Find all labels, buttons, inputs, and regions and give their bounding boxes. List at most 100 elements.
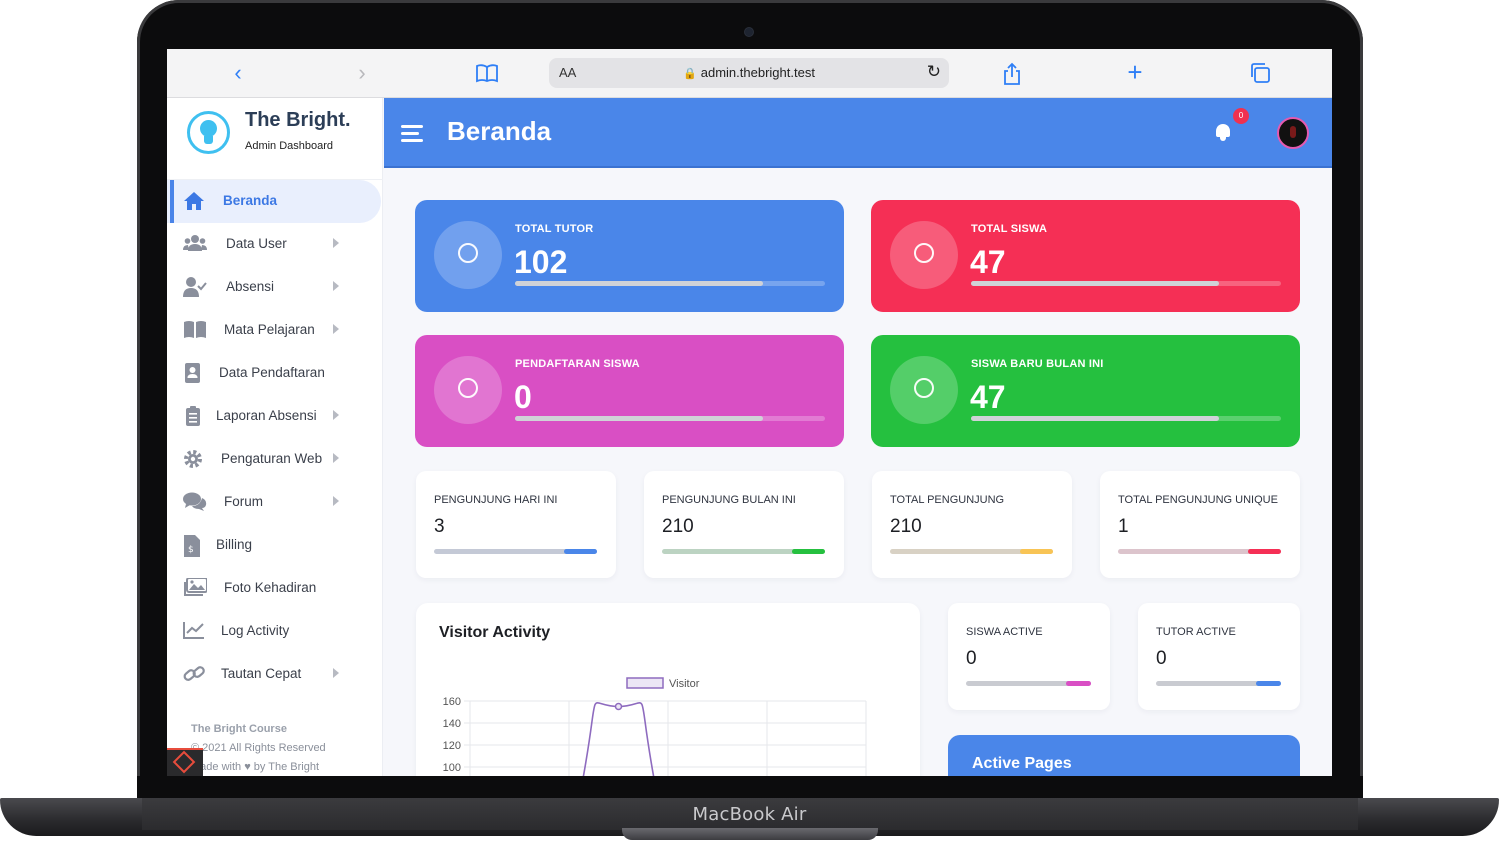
sidebar: The Bright. Admin Dashboard Beranda Data… <box>167 98 383 776</box>
clipboard-list-icon <box>183 406 205 426</box>
visitor-card-bulan-ini[interactable]: PENGUNJUNG BULAN INI 210 <box>644 471 844 578</box>
dashboard-content: TOTAL TUTOR 102 TOTAL SISWA 47 PENDAFTAR… <box>384 168 1332 776</box>
stat-card-siswa-baru[interactable]: SISWA BARU BULAN INI 47 <box>871 335 1300 447</box>
laptop-notch <box>622 828 878 840</box>
user-check-icon <box>183 277 207 297</box>
svg-text:$: $ <box>188 545 194 555</box>
caret-right-icon <box>333 238 339 248</box>
laptop-bezel-bottom <box>137 776 1363 800</box>
stat-progress <box>515 281 825 286</box>
laravel-logo-icon[interactable] <box>167 748 203 776</box>
home-icon <box>183 191 205 211</box>
sidebar-item-label: Forum <box>224 494 264 509</box>
address-bar[interactable]: AA 🔒 admin.thebright.test ↻ <box>549 58 949 88</box>
url-text: admin.thebright.test <box>700 65 815 80</box>
forward-icon[interactable]: › <box>350 61 374 85</box>
invoice-icon: $ <box>183 535 205 557</box>
reload-icon[interactable]: ↻ <box>927 62 941 82</box>
legend-swatch <box>626 677 664 689</box>
sidebar-item-data-pendaftaran[interactable]: Data Pendaftaran <box>167 352 383 395</box>
active-progress <box>1156 681 1281 686</box>
visitor-label: PENGUNJUNG BULAN INI <box>662 494 796 506</box>
y-tick-label: 100 <box>443 762 461 774</box>
sidebar-item-label: Billing <box>216 537 253 552</box>
share-icon[interactable] <box>1000 62 1024 86</box>
stat-card-total-siswa[interactable]: TOTAL SISWA 47 <box>871 200 1300 312</box>
visitor-label: TOTAL PENGUNJUNG <box>890 494 1005 506</box>
back-icon[interactable]: ‹ <box>226 61 250 85</box>
brand-subtitle: Admin Dashboard <box>245 140 334 152</box>
users-icon <box>434 221 502 289</box>
sidebar-item-tautan-cepat[interactable]: Tautan Cepat <box>167 653 383 696</box>
active-value: 0 <box>966 648 977 669</box>
visitor-activity-chart: Visitor 160 140 120 100 <box>443 677 867 776</box>
user-plus-icon <box>434 356 502 424</box>
link-icon <box>183 664 205 684</box>
active-label: TUTOR ACTIVE <box>1156 626 1236 638</box>
sidebar-item-label: Data User <box>226 236 287 251</box>
sidebar-item-mata-pelajaran[interactable]: Mata Pelajaran <box>167 309 383 352</box>
visitor-value: 210 <box>662 516 694 537</box>
sidebar-item-pengaturan-web[interactable]: Pengaturan Web <box>167 438 383 481</box>
stat-value: 0 <box>514 379 532 415</box>
tabs-icon[interactable] <box>1248 62 1272 86</box>
active-label: SISWA ACTIVE <box>966 626 1043 638</box>
footer-brand: The Bright Course <box>191 723 287 735</box>
visitor-value: 1 <box>1118 516 1129 537</box>
menu-toggle-icon[interactable] <box>401 125 423 146</box>
avatar[interactable] <box>1277 117 1309 149</box>
lock-icon: 🔒 <box>683 68 697 80</box>
sidebar-item-beranda[interactable]: Beranda <box>167 180 381 223</box>
data-point-visitor <box>614 702 623 711</box>
sidebar-item-label: Log Activity <box>221 623 290 638</box>
caret-right-icon <box>333 410 339 420</box>
active-progress <box>966 681 1091 686</box>
stat-label: SISWA BARU BULAN INI <box>971 358 1104 370</box>
sidebar-item-laporan-absensi[interactable]: Laporan Absensi <box>167 395 383 438</box>
visitor-card-hari-ini[interactable]: PENGUNJUNG HARI INI 3 <box>416 471 616 578</box>
y-tick-label: 140 <box>443 718 461 730</box>
sidebar-item-billing[interactable]: $ Billing <box>167 524 383 567</box>
stat-progress <box>515 416 825 421</box>
sidebar-item-forum[interactable]: Forum <box>167 481 383 524</box>
users-icon <box>183 234 207 254</box>
sidebar-footer: The Bright Course © 2021 All Rights Rese… <box>191 723 326 773</box>
sidebar-item-data-user[interactable]: Data User <box>167 223 383 266</box>
chart-title: Visitor Activity <box>439 624 551 641</box>
visitor-progress <box>1118 549 1281 554</box>
bookmarks-icon[interactable] <box>475 62 499 86</box>
sidebar-item-label: Tautan Cepat <box>221 666 302 681</box>
sidebar-item-label: Beranda <box>223 193 278 208</box>
stat-card-total-tutor[interactable]: TOTAL TUTOR 102 <box>415 200 844 312</box>
tutor-active-card[interactable]: TUTOR ACTIVE 0 <box>1138 603 1300 710</box>
visitor-progress <box>434 549 597 554</box>
stat-progress <box>971 281 1281 286</box>
stat-card-pendaftaran-siswa[interactable]: PENDAFTARAN SISWA 0 <box>415 335 844 447</box>
sidebar-item-label: Pengaturan Web <box>221 451 323 466</box>
sidebar-item-log-activity[interactable]: Log Activity <box>167 610 383 653</box>
legend-label: Visitor <box>669 678 700 690</box>
caret-right-icon <box>333 324 339 334</box>
visitor-card-unique[interactable]: TOTAL PENGUNJUNG UNIQUE 1 <box>1100 471 1300 578</box>
sidebar-item-absensi[interactable]: Absensi <box>167 266 383 309</box>
sidebar-item-label: Data Pendaftaran <box>219 365 325 380</box>
notification-badge: 0 <box>1233 108 1249 124</box>
caret-right-icon <box>333 281 339 291</box>
sidebar-item-foto-kehadiran[interactable]: Foto Kehadiran <box>167 567 383 610</box>
brand[interactable]: The Bright. Admin Dashboard <box>167 98 383 180</box>
topbar: Beranda 0 <box>384 98 1332 168</box>
sidebar-item-label: Absensi <box>226 279 275 294</box>
visitor-progress <box>890 549 1053 554</box>
series-line-visitor <box>582 701 655 776</box>
active-pages-card[interactable]: Active Pages <box>948 735 1300 776</box>
siswa-active-card[interactable]: SISWA ACTIVE 0 <box>948 603 1110 710</box>
user-icon <box>890 356 958 424</box>
stat-label: PENDAFTARAN SISWA <box>515 358 640 370</box>
visitor-card-total[interactable]: TOTAL PENGUNJUNG 210 <box>872 471 1072 578</box>
sidebar-item-label: Laporan Absensi <box>216 408 317 423</box>
visitor-progress <box>662 549 825 554</box>
footer-credit: Made with ♥ by The Bright <box>191 761 319 773</box>
y-tick-label: 160 <box>443 696 461 708</box>
bell-icon[interactable] <box>1214 123 1232 141</box>
new-tab-icon[interactable]: + <box>1123 59 1147 85</box>
